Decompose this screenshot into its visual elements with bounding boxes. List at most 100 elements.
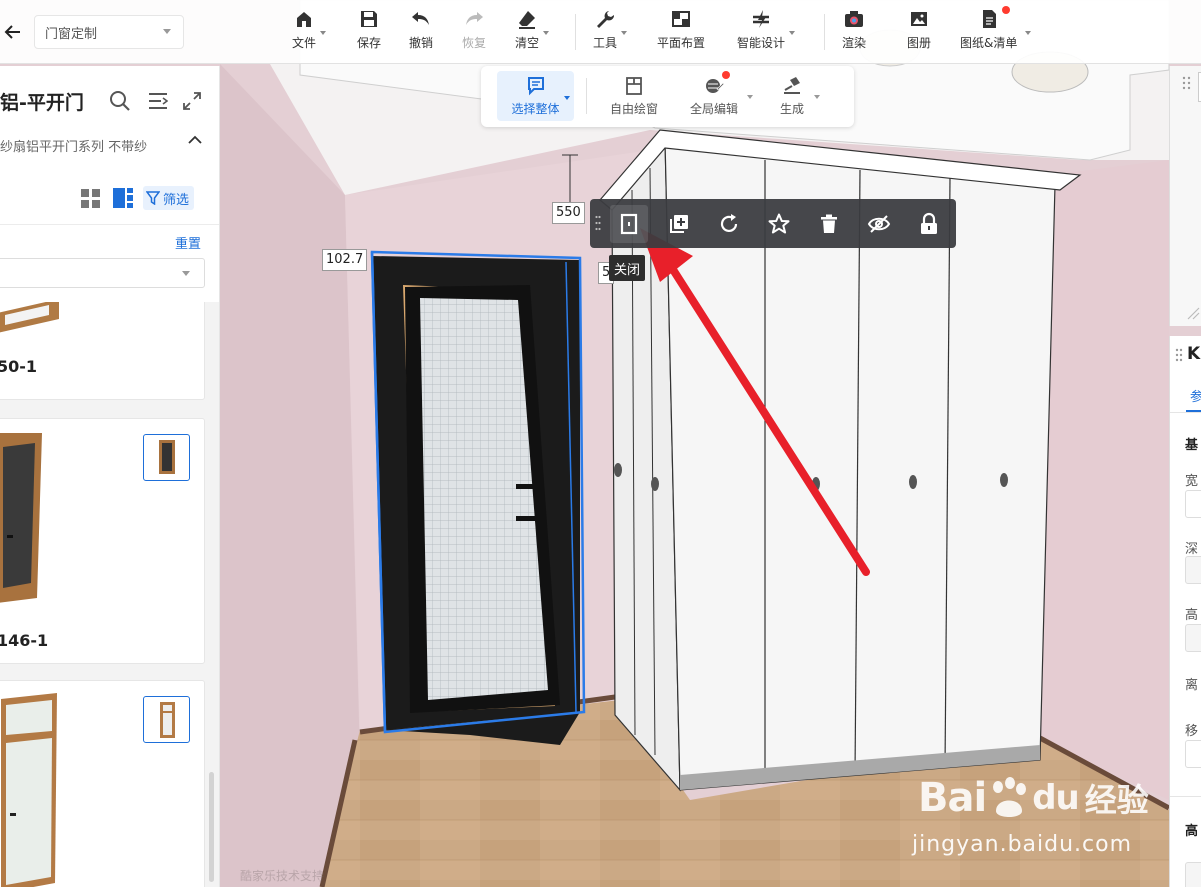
select-whole-button[interactable]: 选择整体 (497, 71, 574, 121)
render-button[interactable]: 渲染 (842, 8, 866, 56)
home-icon (297, 12, 311, 27)
drawings-list-button[interactable]: 图纸&清单 (960, 8, 1032, 56)
smart-design-icon (753, 10, 769, 28)
back-button[interactable] (0, 16, 26, 48)
tab-divider (1170, 412, 1201, 413)
drag-handle-icon[interactable] (595, 215, 601, 231)
clear-label: 清空 (515, 36, 540, 50)
chevron-down-icon (543, 31, 550, 35)
album-button[interactable]: 图册 (907, 8, 931, 56)
chevron-down-icon (163, 29, 171, 34)
clear-button[interactable]: 清空 (515, 8, 550, 56)
product-list: 50-1 146-1 (0, 302, 219, 887)
floor-plan-button[interactable]: 平面布置 (657, 8, 705, 56)
left-product-panel: 铝-平开门 纱扇铝平开门系列 不带纱 筛选 重置 50-1 146-1 (0, 66, 220, 887)
selected-door[interactable] (370, 250, 586, 745)
field-width-label: 宽 (1185, 474, 1199, 489)
rotate-button[interactable] (710, 205, 748, 243)
category-select[interactable]: 门窗定制 (34, 15, 184, 49)
delete-button[interactable] (810, 205, 848, 243)
grid-view-icon[interactable] (81, 189, 100, 208)
kujiale-watermark: 酷家乐技术支持 (240, 869, 325, 883)
tab-params[interactable]: 参 (1190, 386, 1201, 405)
file-label: 文件 (292, 36, 317, 50)
drag-handle-icon[interactable] (1182, 76, 1192, 90)
door-close-icon (620, 213, 638, 235)
lock-icon (921, 212, 937, 234)
field-width-input[interactable] (1185, 490, 1201, 518)
chevron-down-icon (182, 271, 190, 276)
watermark-suffix: 经验 (1084, 781, 1149, 819)
smart-design-button[interactable]: 智能设计 (737, 8, 796, 56)
free-draw-window-button[interactable]: 自由绘窗 (604, 71, 664, 121)
list-collapse-icon[interactable] (148, 92, 168, 110)
product-thumbnail (0, 433, 42, 603)
field-depth-label: 深 (1185, 542, 1199, 557)
redo-button[interactable]: 恢复 (462, 8, 486, 56)
field-move-input[interactable] (1185, 740, 1201, 768)
variant-thumbnail-button[interactable] (143, 696, 190, 743)
right-wall (1040, 160, 1169, 800)
hide-button[interactable] (860, 205, 898, 243)
chevron-down-icon (747, 95, 753, 99)
rotate-icon (720, 214, 738, 233)
toolbar-divider (824, 14, 825, 50)
redo-icon (466, 12, 483, 25)
dimension-left[interactable]: 102.7 (322, 249, 368, 271)
list-view-icon[interactable] (113, 188, 133, 208)
drawing-list-icon (982, 10, 996, 28)
reset-link[interactable]: 重置 (175, 233, 201, 252)
product-card[interactable]: 50-1 (0, 302, 205, 400)
panel-divider (0, 224, 219, 225)
notification-badge (722, 71, 730, 79)
lock-button[interactable] (910, 205, 948, 243)
product-card[interactable]: 146-1 (0, 418, 205, 664)
album-label: 图册 (907, 36, 932, 50)
resize-grip-icon[interactable] (1186, 306, 1200, 320)
chevron-down-icon (564, 96, 570, 100)
dimension-top[interactable]: 550 (552, 202, 585, 224)
product-card[interactable] (0, 680, 205, 887)
chevron-up-icon[interactable] (188, 135, 202, 145)
category-select-value: 门窗定制 (45, 26, 98, 42)
baidu-paw-icon (993, 777, 1027, 817)
scrollbar[interactable] (209, 772, 214, 882)
toolbar-divider (575, 14, 576, 50)
chevron-down-icon (320, 31, 327, 35)
draw-window-icon (626, 77, 642, 95)
smart-design-label: 智能设计 (737, 36, 786, 50)
panel-title: 铝-平开门 (0, 92, 84, 114)
chevron-down-icon (789, 31, 796, 35)
field-move-label: 移 (1185, 724, 1199, 739)
copy-button[interactable] (660, 205, 698, 243)
floorplan-icon (672, 11, 690, 27)
drag-handle-icon[interactable] (1175, 348, 1183, 362)
generate-icon (784, 77, 800, 94)
variant-thumbnail-button[interactable] (143, 434, 190, 481)
camera-icon (845, 11, 863, 27)
watermark-du: du (1032, 778, 1080, 818)
search-icon[interactable] (109, 90, 131, 112)
favorite-star-icon (768, 213, 790, 234)
filter-button[interactable]: 筛选 (143, 186, 195, 210)
object-action-toolbar (590, 199, 956, 248)
global-edit-icon (706, 79, 725, 93)
arrow-left-icon (4, 25, 20, 39)
global-edit-button[interactable]: 全局编辑 (684, 71, 753, 121)
series-select[interactable] (0, 258, 205, 288)
expand-icon[interactable] (183, 92, 201, 110)
tools-button[interactable]: 工具 (593, 8, 628, 56)
field-height-input[interactable] (1185, 624, 1201, 652)
file-button[interactable]: 文件 (292, 8, 327, 56)
save-icon (361, 11, 377, 27)
album-icon (911, 12, 927, 26)
field-advanced-input[interactable] (1185, 862, 1201, 887)
generate-button[interactable]: 生成 (774, 71, 820, 121)
favorite-button[interactable] (760, 205, 798, 243)
field-offset-label: 离 (1185, 678, 1199, 693)
close-door-button[interactable] (610, 205, 648, 243)
undo-button[interactable]: 撤销 (409, 8, 433, 56)
save-button[interactable]: 保存 (357, 8, 381, 56)
watermark-url: jingyan.baidu.com (912, 832, 1133, 857)
field-depth-input[interactable] (1185, 556, 1201, 584)
